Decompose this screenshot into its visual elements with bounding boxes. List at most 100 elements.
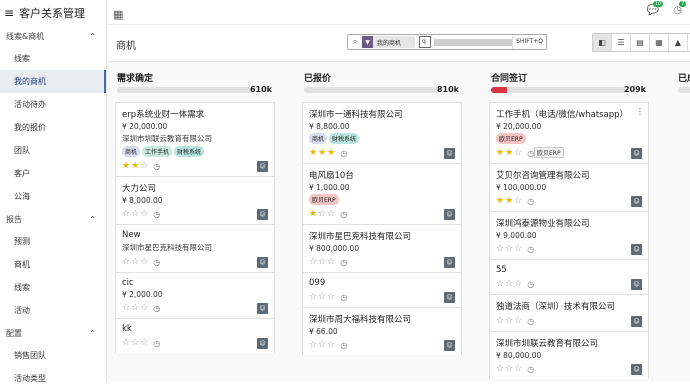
priority-star-icon[interactable]: ☆ (318, 340, 326, 350)
priority-star-icon[interactable]: ☆ (327, 292, 335, 302)
priority-star-icon[interactable]: ★ (122, 161, 130, 171)
priority-star-icon[interactable]: ☆ (309, 292, 317, 302)
priority-star-icon[interactable]: ☆ (309, 257, 317, 267)
list-view-icon[interactable]: ☰ (612, 34, 631, 51)
avatar[interactable]: ☺ (631, 316, 642, 327)
kanban-card[interactable]: 深圳鸿泰源物业有限公司 ¥ 9,000.00 ☆ ☆ ☆ ◷ ☺ (489, 211, 649, 259)
column-title[interactable]: 需求确定 (117, 71, 282, 84)
priority-star-icon[interactable]: ☆ (140, 338, 148, 348)
priority-star-icon[interactable]: ☆ (327, 209, 335, 219)
sidebar-item[interactable]: 我的报价 (0, 116, 106, 139)
activity-clock-icon[interactable]: ◷ (340, 210, 347, 219)
priority-star-icon[interactable]: ☆ (140, 303, 148, 313)
priority-star-icon[interactable]: ★ (131, 161, 139, 171)
avatar[interactable]: ☺ (257, 257, 268, 268)
avatar[interactable]: ☺ (257, 303, 268, 314)
priority-star-icon[interactable]: ☆ (318, 257, 326, 267)
priority-star-icon[interactable]: ☆ (131, 338, 139, 348)
priority-star-icon[interactable]: ☆ (131, 303, 139, 313)
sidebar-item[interactable]: 活动待办 (0, 93, 106, 116)
kanban-card[interactable]: 工作手机（电话/微信/whatsapp） ¥ 20,000.00 欧贝ERP ★ ★ ☆ ◷… (489, 102, 649, 163)
avatar[interactable]: ☺ (631, 148, 642, 159)
graph-view-icon[interactable]: ▲ (669, 34, 688, 51)
priority-star-icon[interactable]: ☆ (514, 244, 522, 254)
priority-star-icon[interactable]: ☆ (140, 209, 148, 219)
priority-star-icon[interactable]: ★ (309, 148, 317, 158)
sidebar-item[interactable]: 团队 (0, 139, 106, 162)
priority-star-icon[interactable]: ☆ (318, 292, 326, 302)
priority-star-icon[interactable]: ☆ (140, 257, 148, 267)
priority-star-icon[interactable]: ☆ (505, 279, 513, 289)
activity-clock-icon[interactable]: ◷ (527, 317, 534, 326)
priority-star-icon[interactable]: ☆ (514, 279, 522, 289)
column-progress-bar[interactable] (678, 87, 690, 93)
priority-star-icon[interactable]: ☆ (496, 244, 504, 254)
priority-star-icon[interactable]: ★ (496, 148, 504, 158)
sidebar-item[interactable]: 预测 (0, 230, 106, 253)
avatar[interactable]: ☺ (257, 209, 268, 220)
kanban-card[interactable]: 深圳市一通科技有限公司 ¥ 8,800.00 商机 财税系统 ★ ★ ★ ◷ ☺ (302, 102, 462, 163)
priority-star-icon[interactable]: ☆ (496, 364, 504, 374)
column-title[interactable]: 已报价 (304, 71, 469, 84)
sidebar-item[interactable]: 销售团队 (0, 344, 106, 367)
avatar[interactable]: ☺ (631, 279, 642, 290)
column-progress-bar[interactable] (304, 87, 439, 93)
sidebar-item[interactable]: 商机 (0, 253, 106, 276)
priority-star-icon[interactable]: ★ (496, 196, 504, 206)
priority-star-icon[interactable]: ☆ (122, 209, 130, 219)
activity-clock-icon[interactable]: ◷ 7 (673, 1, 687, 16)
sidebar-section[interactable]: 配置 ⌃ (0, 322, 106, 344)
calendar-view-icon[interactable]: ▤ (631, 34, 650, 51)
column-progress-bar[interactable] (491, 87, 626, 93)
activity-clock-icon[interactable]: ◷ (527, 280, 534, 289)
kanban-card[interactable]: 深圳市周大福科技有限公司 ¥ 66.00 ☆ ☆ ☆ ◷ ☺ (302, 307, 462, 355)
activity-clock-icon[interactable]: ◷ (527, 245, 534, 254)
sidebar-item[interactable]: 公海 (0, 185, 106, 208)
activity-clock-icon[interactable]: ◷ (153, 339, 160, 348)
priority-star-icon[interactable]: ☆ (514, 196, 522, 206)
kanban-card[interactable]: kk ☆ ☆ ☆ ◷ ☺ (115, 318, 275, 353)
priority-star-icon[interactable]: ☆ (505, 316, 513, 326)
priority-star-icon[interactable]: ☆ (505, 364, 513, 374)
column-title[interactable]: 合同签订 (491, 71, 656, 84)
column-progress-bar[interactable] (117, 87, 252, 93)
avatar[interactable]: ☺ (631, 244, 642, 255)
search-input[interactable]: q (419, 36, 432, 48)
kanban-view-icon[interactable]: ◧ (593, 34, 612, 51)
avatar[interactable]: ☺ (444, 340, 455, 351)
priority-star-icon[interactable]: ☆ (140, 161, 148, 171)
priority-star-icon[interactable]: ☆ (122, 338, 130, 348)
priority-star-icon[interactable]: ☆ (122, 257, 130, 267)
priority-star-icon[interactable]: ☆ (496, 279, 504, 289)
avatar[interactable]: ☺ (257, 161, 268, 172)
activity-clock-icon[interactable]: ◷ (340, 149, 347, 158)
activity-clock-icon[interactable]: ◷ (340, 341, 347, 350)
sidebar-item[interactable]: 线索 (0, 47, 106, 70)
priority-star-icon[interactable]: ☆ (505, 244, 513, 254)
priority-star-icon[interactable]: ★ (318, 148, 326, 158)
activity-clock-icon[interactable]: ◷ (153, 162, 160, 171)
kanban-card[interactable]: 099 ☆ ☆ ☆ ◷ ☺ (302, 272, 462, 307)
kanban-card[interactable]: New 深圳市星巴克科技有限公司 ☆ ☆ ☆ ◷ ☺ (115, 224, 275, 272)
kanban-card[interactable]: erp系统业财一体需求 ¥ 20,000.00 深圳市圳联云教育有限公司 商机 工作手机… (115, 102, 275, 176)
priority-star-icon[interactable]: ★ (327, 148, 335, 158)
priority-star-icon[interactable]: ☆ (131, 209, 139, 219)
activity-clock-icon[interactable]: ◷ (153, 210, 160, 219)
kanban-card[interactable]: cic ¥ 2,000.00 ☆ ☆ ☆ ◷ ☺ (115, 272, 275, 318)
kanban-card[interactable]: 深圳市星巴克科技有限公司 ¥ 800,000.00 ☆ ☆ ☆ ◷ ☺ (302, 224, 462, 272)
activity-clock-icon[interactable]: ◷ (153, 258, 160, 267)
priority-star-icon[interactable]: ☆ (514, 316, 522, 326)
sidebar-section[interactable]: 报告 ⌃ (0, 208, 106, 230)
card-menu-icon[interactable]: ⋮ (636, 107, 644, 116)
kanban-card[interactable]: 艾贝尔咨询管理有限公司 ¥ 100,000.00 ★ ★ ☆ ◷ ☺ (489, 163, 649, 211)
sidebar-item[interactable]: 客户 (0, 162, 106, 185)
activity-clock-icon[interactable]: ◷ (153, 304, 160, 313)
avatar[interactable]: ☺ (444, 209, 455, 220)
activity-clock-icon[interactable]: ◷ (527, 365, 534, 374)
kanban-card[interactable]: 55 ☆ ☆ ☆ ◷ ☺ (489, 259, 649, 294)
chat-icon[interactable]: 💬 10 (647, 1, 664, 16)
priority-star-icon[interactable]: ★ (309, 209, 317, 219)
priority-star-icon[interactable]: ☆ (514, 148, 522, 158)
avatar[interactable]: ☺ (631, 364, 642, 375)
avatar[interactable]: ☺ (444, 148, 455, 159)
